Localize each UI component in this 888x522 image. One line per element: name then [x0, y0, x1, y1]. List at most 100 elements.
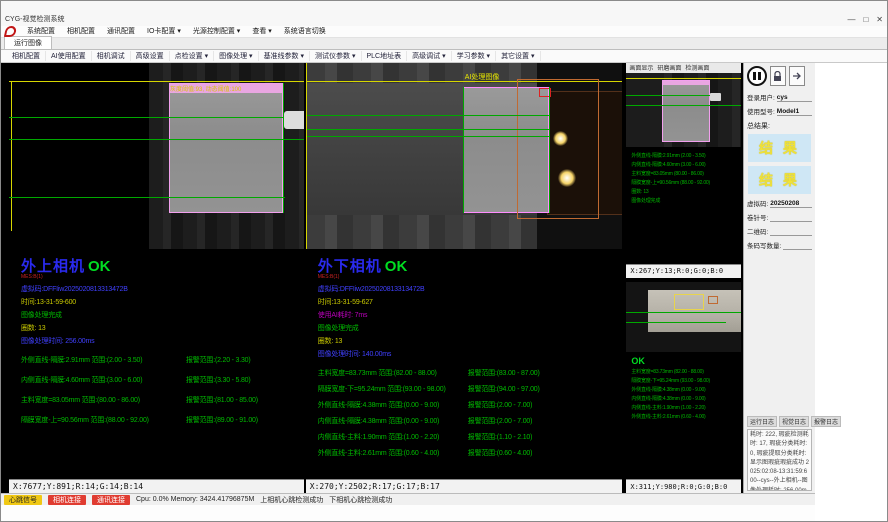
qrcode-value	[770, 228, 812, 236]
left-result-area: 外上相机 OK MES:B(1) 虚拟码:DFFIiw2025020813313…	[9, 249, 304, 479]
measurement-row: 外侧直线-隔膜:4.38mm 范围:(0.00 - 9.00) 报警范围:(2.…	[318, 400, 623, 410]
toolbar-camera-config[interactable]: 相机配置	[7, 51, 46, 61]
measurement-row: 外侧直线-隔膜:2.91mm 范围:(2.00 - 3.50) 报警范围:(2.…	[21, 355, 304, 365]
right-control-panel: 登录用户: cys 使用型号: Model1 总结果: 结 果 结 果 虚拟码:…	[743, 63, 815, 493]
small-result-line: 内侧直线-隔膜:4.60mm (3.00 - 6.00)	[631, 161, 741, 168]
needle-no-label: 卷针号:	[747, 212, 768, 222]
result-box-2: 结 果	[748, 166, 811, 194]
measurement-value: 内侧直线-隔膜:4.60mm 范围:(3.00 - 6.00)	[21, 375, 186, 385]
log-text-area[interactable]: 耗时: 222, 瑕疵检测耗时: 17, 瑕疵分类耗时: 0, 瑕疵提取分类耗时…	[747, 429, 812, 491]
toolbar-test-params[interactable]: 测试仪参数 ▾	[310, 51, 361, 61]
menu-language-switch[interactable]: 系统语言切换	[278, 26, 332, 36]
toolbar-baseline-params[interactable]: 基准线参数 ▾	[259, 51, 310, 61]
alarm-range: 报警范围:(2.00 - 7.00)	[468, 400, 532, 410]
menu-io-config[interactable]: IO卡配置 ▾	[141, 26, 187, 36]
pause-button[interactable]	[747, 66, 767, 86]
toolbar-other-settings[interactable]: 其它设置 ▾	[496, 51, 540, 61]
small-result-line: 主料宽度=83.05mm (80.00 - 86.00)	[631, 170, 741, 177]
small-result-line: 外侧直线-隔膜:4.38mm (0.00 - 9.00)	[631, 386, 741, 393]
measure-line-v1	[463, 87, 464, 213]
log-tab-run[interactable]: 运行日志	[747, 416, 777, 427]
threshold-banner	[663, 81, 709, 85]
tab-run-image[interactable]: 运行图像	[4, 36, 52, 49]
small-result-line: 外侧直线-主料:2.61mm (0.60 - 4.00)	[631, 413, 741, 420]
measure-line-2	[307, 129, 549, 130]
middle-coordinate-bar: X:270;Y:2502;R:17;G:17;B:17	[306, 479, 623, 493]
left-coordinate-bar: X:7677;Y:891;R:14;G:14;B:14	[9, 479, 304, 493]
time-line: 时间:13-31-59-600	[21, 297, 304, 307]
status-bar: 心跳信号 相机连接 通讯连接 Cpu: 0.0% Memory: 3424.41…	[1, 493, 815, 505]
small-top-image[interactable]	[626, 73, 741, 147]
connector-part	[284, 111, 304, 129]
alarm-range: 报警范围:(94.00 - 97.00)	[468, 384, 540, 394]
measurement-value: 外侧直线-主料:2.61mm 范围:(0.60 - 4.00)	[318, 448, 468, 458]
alarm-range: 报警范围:(2.00 - 7.00)	[468, 416, 532, 426]
camera-name-label: 外上相机	[21, 255, 85, 276]
alarm-range: 报警范围:(83.00 - 87.00)	[468, 368, 540, 378]
ruler-line-h	[626, 78, 741, 79]
logout-button[interactable]	[789, 66, 805, 86]
small-bottom-image[interactable]	[626, 282, 741, 352]
toolbar-ai-config[interactable]: AI使用配置	[46, 51, 92, 61]
measure-line-1	[307, 115, 549, 116]
menu-camera-config[interactable]: 相机配置	[61, 26, 101, 36]
highlight-box	[674, 294, 704, 310]
menu-comm-config[interactable]: 通讯配置	[101, 26, 141, 36]
camera-name-label: 外下相机	[318, 255, 382, 276]
result-ok-badge: OK	[631, 356, 741, 366]
small-result-line: 内侧直线-隔膜:4.38mm (0.00 - 9.00)	[631, 395, 741, 402]
toolbar-spot-check[interactable]: 点检设置 ▾	[170, 51, 214, 61]
cpu-memory-status: Cpu: 0.0% Memory: 3424.41796875M	[136, 496, 254, 503]
menu-light-config[interactable]: 光源控制配置 ▾	[187, 26, 246, 36]
measure-line-v2	[549, 87, 550, 213]
grind-view-option[interactable]: 研磨画面	[657, 63, 681, 72]
log-tab-vision[interactable]: 视觉日志	[779, 416, 809, 427]
weld-glow-spot	[553, 131, 568, 146]
login-user-value: cys	[777, 94, 812, 102]
connector-part	[710, 93, 721, 101]
menu-bar: 系统配置 相机配置 通讯配置 IO卡配置 ▾ 光源控制配置 ▾ 查看 ▾ 系统语…	[1, 26, 887, 38]
model-value: Model1	[777, 108, 812, 116]
comm-connect-badge: 通讯连接	[92, 495, 130, 505]
middle-camera-image[interactable]: AI处理图像	[306, 63, 623, 249]
menu-view[interactable]: 查看 ▾	[246, 26, 277, 36]
minimize-button[interactable]: —	[847, 15, 855, 24]
alarm-range: 报警范围:(1.10 - 2.10)	[468, 432, 532, 442]
menu-system-config[interactable]: 系统配置	[21, 26, 61, 36]
measurement-row: 内侧直线-主料:1.90mm 范围:(1.00 - 2.20) 报警范围:(1.…	[318, 432, 623, 442]
detect-view-option[interactable]: 检测画面	[685, 63, 709, 72]
measurement-row: 隔膜宽度-下=95.24mm 范围:(93.00 - 98.00) 报警范围:(…	[318, 384, 623, 394]
measurement-row: 内侧直线-隔膜:4.38mm 范围:(0.00 - 9.00) 报警范围:(2.…	[318, 416, 623, 426]
measurement-row: 隔膜宽度-上=90.56mm 范围:(88.00 - 92.00) 报警范围:(…	[21, 415, 304, 425]
model-label: 使用型号:	[747, 106, 775, 116]
measure-line-3	[307, 136, 549, 137]
small-bottom-view: OK 主料宽度=83.73mm (82.00 - 88.00) 隔膜宽度-下=9…	[626, 282, 741, 493]
close-button[interactable]: ✕	[876, 15, 883, 24]
toolbar-advanced-debug[interactable]: 高级调试 ▾	[407, 51, 451, 61]
measurement-value: 外侧直线-隔膜:2.91mm 范围:(2.00 - 3.50)	[21, 355, 186, 365]
lock-button[interactable]	[770, 66, 786, 86]
small-result-line: 内侧直线-主料:1.90mm (1.00 - 2.20)	[631, 404, 741, 411]
left-camera-image[interactable]: 灰度阈值:93, 动态阈值:100 R:46	[9, 63, 304, 249]
maximize-button[interactable]: □	[863, 15, 868, 24]
result-ok-badge: OK	[385, 258, 408, 275]
toolbar-camera-debug[interactable]: 相机调试	[92, 51, 131, 61]
toolbar-advanced-settings[interactable]: 高级设置	[131, 51, 170, 61]
toolbar-image-processing[interactable]: 图像处理 ▾	[214, 51, 258, 61]
title-bar: CYG-视觉检测系统 — □ ✕	[1, 1, 887, 26]
pause-icon	[753, 72, 756, 80]
process-time-line: 图像处理时间: 140.00ms	[318, 349, 623, 359]
small-top-coordinate-bar: X:267;Y:13;R:0;G:0;B:0	[626, 264, 741, 278]
small-result-line: 隔膜宽度-下=95.24mm (93.00 - 98.00)	[631, 377, 741, 384]
small-top-result-lines: 外侧直线-隔膜:2.91mm (2.00 - 3.50) 内侧直线-隔膜:4.6…	[626, 147, 741, 264]
toolbar-learning-params[interactable]: 学习参数 ▾	[452, 51, 496, 61]
alarm-range: 报警范围:(81.00 - 85.00)	[186, 395, 258, 405]
lower-camera-heartbeat-status: 下相机心跳检测成功	[329, 495, 392, 505]
measurement-value: 内侧直线-隔膜:4.38mm 范围:(0.00 - 9.00)	[318, 416, 468, 426]
app-window: CYG-视觉检测系统 — □ ✕ 系统配置 相机配置 通讯配置 IO卡配置 ▾ …	[0, 0, 888, 522]
tab-row: 运行图像	[1, 38, 887, 50]
loop-count-line: 圈数: 13	[21, 323, 304, 333]
ai-roi-box	[517, 79, 599, 219]
log-tab-alarm[interactable]: 报警日志	[811, 416, 841, 427]
toolbar-plc-address[interactable]: PLC地址表	[362, 51, 408, 61]
